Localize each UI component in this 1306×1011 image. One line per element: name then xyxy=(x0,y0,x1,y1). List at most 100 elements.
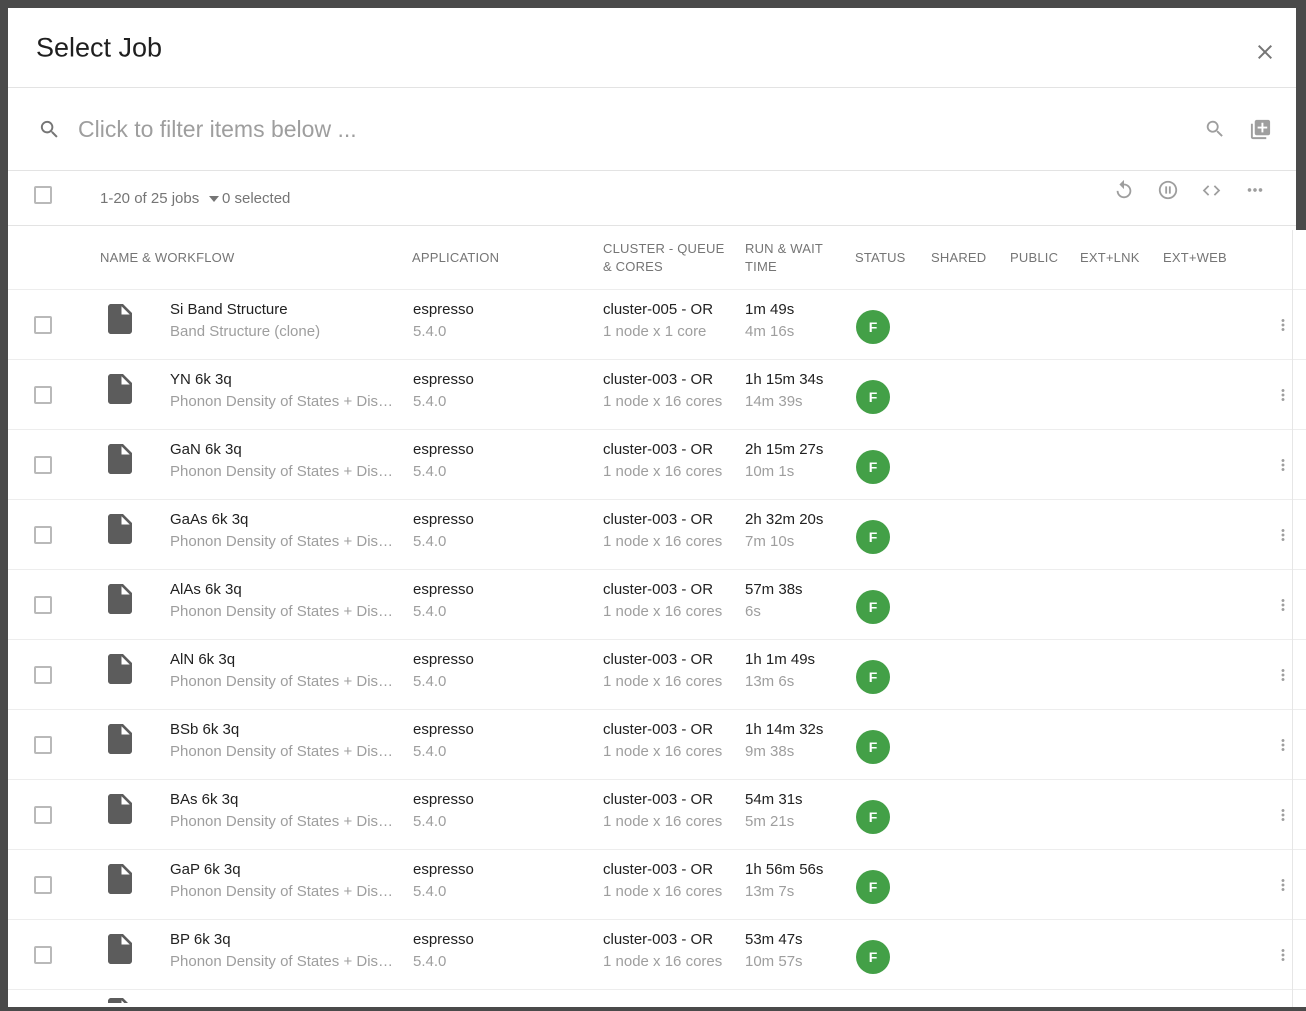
status-badge: F xyxy=(856,380,890,414)
job-workflow: Phonon Density of States + Dis… xyxy=(170,391,400,413)
job-application: espresso xyxy=(413,369,474,391)
table-row[interactable]: Si Band Structure Band Structure (clone)… xyxy=(8,290,1306,360)
job-cores: 1 node x 1 core xyxy=(603,321,713,343)
job-application-version: 5.4.0 xyxy=(413,671,474,693)
job-cores: 1 node x 16 cores xyxy=(603,391,722,413)
file-icon xyxy=(102,861,138,902)
job-run-time: 1m 49s xyxy=(745,299,794,321)
table-row[interactable]: BAs 6k 3q Phonon Density of States + Dis… xyxy=(8,780,1306,850)
table-row[interactable]: AlAs 6k 3q Phonon Density of States + Di… xyxy=(8,570,1306,640)
job-cluster-queue: cluster-003 - OR xyxy=(603,929,722,951)
job-name: BAs 6k 3q xyxy=(170,789,400,811)
more-horiz-icon[interactable] xyxy=(1244,179,1266,201)
file-icon xyxy=(102,995,138,1003)
status-badge: F xyxy=(856,450,890,484)
row-menu-kebab-icon[interactable] xyxy=(1274,734,1292,756)
table-row[interactable]: BP 6k 3q Phonon Density of States + Dis…… xyxy=(8,920,1306,990)
job-cluster-queue: cluster-003 - OR xyxy=(603,369,722,391)
dialog-title: Select Job xyxy=(36,32,162,63)
status-badge: F xyxy=(856,520,890,554)
col-header-extlnk: EXT+LNK xyxy=(1080,226,1140,289)
row-menu-kebab-icon[interactable] xyxy=(1274,314,1292,336)
job-application: espresso xyxy=(413,299,474,321)
table-row[interactable]: GaAs 6k 3q Phonon Density of States + Di… xyxy=(8,500,1306,570)
code-icon[interactable] xyxy=(1201,180,1222,201)
select-job-dialog: Select Job 1-20 of 25 jobs 0 selected xyxy=(8,8,1306,1007)
row-checkbox[interactable] xyxy=(34,316,52,334)
close-icon[interactable] xyxy=(1253,40,1277,64)
search-action-icon[interactable] xyxy=(1204,118,1226,140)
backdrop-edge xyxy=(1296,8,1306,230)
job-cluster-queue: cluster-003 - OR xyxy=(603,789,722,811)
job-workflow: Phonon Density of States + Dis… xyxy=(170,531,400,553)
chevron-down-icon xyxy=(209,196,219,202)
row-menu-kebab-icon[interactable] xyxy=(1274,664,1292,686)
job-cluster-queue: cluster-003 - OR xyxy=(603,649,722,671)
status-badge: F xyxy=(856,870,890,904)
job-workflow: Phonon Density of States + Dis… xyxy=(170,601,400,623)
job-cluster-queue: cluster-003 - OR xyxy=(603,859,722,881)
job-workflow: Phonon Density of States + Dis… xyxy=(170,881,400,903)
row-menu-kebab-icon[interactable] xyxy=(1274,454,1292,476)
job-wait-time: 7m 10s xyxy=(745,531,823,553)
refresh-icon[interactable] xyxy=(1113,179,1135,201)
job-cluster-queue: cluster-005 - OR xyxy=(603,299,713,321)
job-cores: 1 node x 16 cores xyxy=(603,461,722,483)
job-run-time: 1h 1m 49s xyxy=(745,649,815,671)
job-cluster-queue: cluster-003 - OR xyxy=(603,509,722,531)
job-application: espresso xyxy=(413,649,474,671)
job-application: espresso xyxy=(413,789,474,811)
job-wait-time: 10m 1s xyxy=(745,461,823,483)
row-menu-kebab-icon[interactable] xyxy=(1274,804,1292,826)
table-row[interactable]: GaP 6k 3q Phonon Density of States + Dis… xyxy=(8,850,1306,920)
job-cores: 1 node x 16 cores xyxy=(603,881,722,903)
job-application-version: 5.4.0 xyxy=(413,741,474,763)
row-checkbox[interactable] xyxy=(34,946,52,964)
pagination-dropdown[interactable]: 1-20 of 25 jobs xyxy=(100,171,219,225)
status-badge: F xyxy=(856,660,890,694)
library-add-icon[interactable] xyxy=(1249,118,1272,141)
row-checkbox[interactable] xyxy=(34,526,52,544)
row-menu-kebab-icon[interactable] xyxy=(1274,524,1292,546)
row-menu-kebab-icon[interactable] xyxy=(1274,874,1292,896)
row-menu-kebab-icon[interactable] xyxy=(1274,384,1292,406)
job-cores: 1 node x 16 cores xyxy=(603,811,722,833)
col-header-cluster: CLUSTER - QUEUE & CORES xyxy=(603,226,725,289)
select-all-checkbox[interactable] xyxy=(34,186,52,204)
col-header-time: RUN & WAIT TIME xyxy=(745,226,843,289)
job-name: BP 6k 3q xyxy=(170,929,400,951)
row-checkbox[interactable] xyxy=(34,596,52,614)
job-application-version: 5.4.0 xyxy=(413,531,474,553)
job-cores: 1 node x 16 cores xyxy=(603,951,722,973)
table-row-partial[interactable] xyxy=(8,990,1306,1003)
job-run-time: 1h 14m 32s xyxy=(745,719,823,741)
job-application-version: 5.4.0 xyxy=(413,461,474,483)
row-checkbox[interactable] xyxy=(34,666,52,684)
job-application: espresso xyxy=(413,859,474,881)
file-icon xyxy=(102,721,138,762)
scrollbar-track[interactable] xyxy=(1292,230,1293,1007)
job-application-version: 5.4.0 xyxy=(413,811,474,833)
filter-input[interactable] xyxy=(78,88,978,170)
row-checkbox[interactable] xyxy=(34,736,52,754)
col-header-status: STATUS xyxy=(855,226,906,289)
col-header-extweb: EXT+WEB xyxy=(1163,226,1227,289)
job-application-version: 5.4.0 xyxy=(413,321,474,343)
status-badge: F xyxy=(856,310,890,344)
row-menu-kebab-icon[interactable] xyxy=(1274,594,1292,616)
job-name: Si Band Structure xyxy=(170,299,400,321)
table-row[interactable]: BSb 6k 3q Phonon Density of States + Dis… xyxy=(8,710,1306,780)
table-row[interactable]: AlN 6k 3q Phonon Density of States + Dis… xyxy=(8,640,1306,710)
table-row[interactable]: YN 6k 3q Phonon Density of States + Dis…… xyxy=(8,360,1306,430)
table-row[interactable]: GaN 6k 3q Phonon Density of States + Dis… xyxy=(8,430,1306,500)
row-checkbox[interactable] xyxy=(34,806,52,824)
job-wait-time: 4m 16s xyxy=(745,321,794,343)
job-application-version: 5.4.0 xyxy=(413,881,474,903)
row-checkbox[interactable] xyxy=(34,386,52,404)
job-run-time: 1h 15m 34s xyxy=(745,369,823,391)
row-checkbox[interactable] xyxy=(34,456,52,474)
row-checkbox[interactable] xyxy=(34,876,52,894)
pause-icon[interactable] xyxy=(1157,179,1179,201)
job-name: AlN 6k 3q xyxy=(170,649,400,671)
row-menu-kebab-icon[interactable] xyxy=(1274,944,1292,966)
